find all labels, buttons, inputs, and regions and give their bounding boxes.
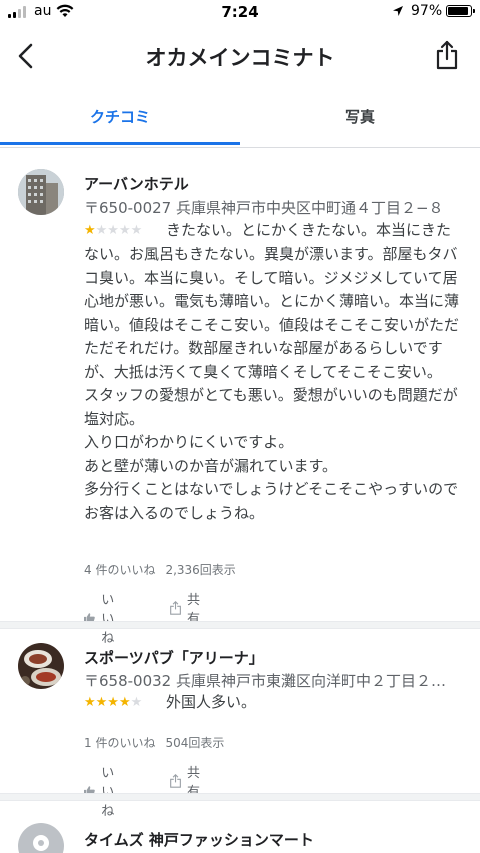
tab-bar: クチコミ 写真 [0, 92, 480, 148]
status-bar: au 7:24 97% [0, 0, 480, 24]
battery-icon [446, 5, 475, 17]
review-card: タイムズ 神戸ファッションマート [0, 801, 480, 853]
review-card: アーバンホテル 〒650-0027 兵庫県神戸市中央区中町通４丁目２−８ ★★★… [0, 147, 480, 646]
review-divider [0, 793, 480, 801]
location-arrow-icon [393, 6, 403, 16]
place-address: 〒658-0032 兵庫県神戸市東灘区向洋町中２丁目２… [84, 672, 446, 690]
place-name[interactable]: スポーツパブ「アリーナ」 [84, 647, 264, 668]
place-photo[interactable] [18, 823, 64, 853]
place-name[interactable]: アーバンホテル [84, 173, 189, 194]
star-rating: ★★★★★ [84, 223, 143, 238]
place-photo[interactable] [18, 643, 64, 689]
app-header: オカメインコミナト [0, 24, 480, 88]
like-count: 4 件のいいね [84, 563, 156, 577]
review-stats: 4 件のいいね 2,336回表示 [84, 561, 236, 578]
page-title: オカメインコミナト [145, 46, 335, 70]
tab-indicator [0, 142, 240, 145]
review-divider [0, 621, 480, 629]
review-stats: 1 件のいいね 504回表示 [84, 734, 224, 751]
review-text-first-line: きたない。とにかくきたない。本当にきた [166, 221, 452, 239]
clock: 7:24 [221, 3, 259, 21]
like-count: 1 件のいいね [84, 736, 156, 750]
tab-reviews[interactable]: クチコミ [0, 92, 240, 142]
place-name[interactable]: タイムズ 神戸ファッションマート [84, 829, 314, 850]
view-count: 504回表示 [165, 736, 225, 750]
share-icon[interactable] [434, 40, 460, 70]
review-card: スポーツパブ「アリーナ」 〒658-0032 兵庫県神戸市東灘区向洋町中２丁目２… [0, 629, 480, 819]
star-rating: ★★★★★ [84, 695, 143, 710]
place-photo[interactable] [18, 169, 64, 215]
tab-photos[interactable]: 写真 [240, 92, 480, 142]
place-address: 〒650-0027 兵庫県神戸市中央区中町通４丁目２−８ [84, 199, 444, 217]
view-count: 2,336回表示 [165, 563, 236, 577]
share-outline-icon [170, 774, 181, 788]
battery-percentage: 97% [411, 3, 443, 19]
share-outline-icon [170, 601, 181, 615]
review-text-first-line: 外国人多い。 [166, 693, 257, 711]
review-text: ない。お風呂もきたない。異臭が漂います。部屋もタバコ臭い。本当に臭い。そして暗い… [84, 245, 460, 522]
